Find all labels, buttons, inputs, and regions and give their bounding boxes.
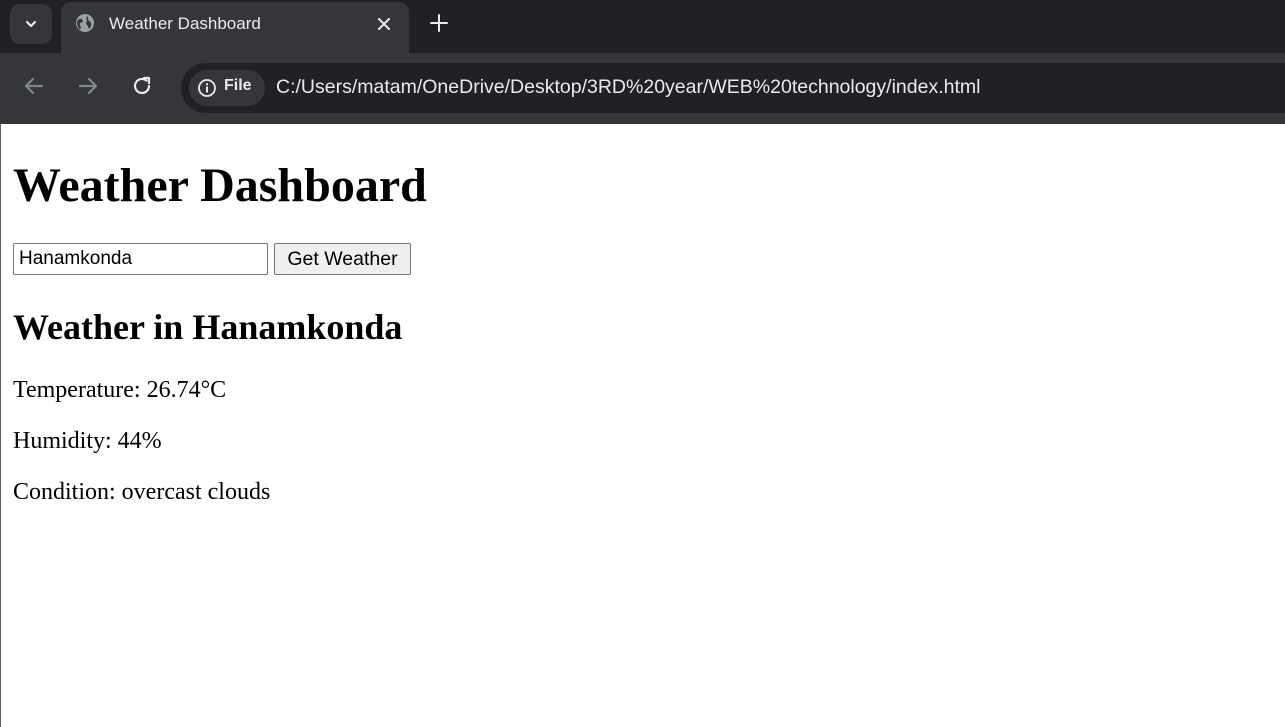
temperature-text: Temperature: 26.74°C [13, 377, 227, 403]
weather-result-heading: Weather in Hanamkonda [13, 307, 403, 347]
city-input[interactable] [13, 243, 268, 275]
site-info-chip[interactable]: File [189, 70, 265, 106]
new-tab-button[interactable] [426, 10, 452, 36]
forward-button[interactable] [75, 73, 101, 99]
tab-close-button[interactable] [373, 13, 395, 35]
globe-icon [76, 14, 94, 32]
reload-icon [133, 76, 151, 95]
reload-button[interactable] [129, 73, 155, 99]
url-text[interactable]: C:/Users/matam/OneDrive/Desktop/3RD%20ye… [276, 76, 980, 99]
page-content: Weather Dashboard Get Weather Weather in… [0, 124, 1285, 727]
tab-search-button[interactable] [10, 4, 52, 44]
arrow-right-icon [78, 77, 98, 95]
tab-strip: Weather Dashboard [0, 0, 1285, 53]
humidity-text: Humidity: 44% [13, 428, 162, 454]
browser-toolbar: File C:/Users/matam/OneDrive/Desktop/3RD… [0, 53, 1285, 124]
tab-title: Weather Dashboard [109, 14, 261, 33]
get-weather-button[interactable]: Get Weather [274, 243, 411, 275]
info-icon [198, 79, 216, 97]
window-edge [0, 124, 1, 727]
condition-text: Condition: overcast clouds [13, 479, 271, 505]
tab-weather-dashboard[interactable]: Weather Dashboard [61, 2, 409, 53]
back-button[interactable] [21, 73, 47, 99]
plus-icon [430, 14, 448, 32]
site-info-label: File [224, 77, 252, 94]
page-title: Weather Dashboard [13, 159, 427, 212]
arrow-left-icon [24, 77, 44, 95]
close-icon [378, 18, 390, 30]
address-bar[interactable]: File C:/Users/matam/OneDrive/Desktop/3RD… [181, 63, 1285, 113]
chevron-down-icon [25, 20, 37, 28]
